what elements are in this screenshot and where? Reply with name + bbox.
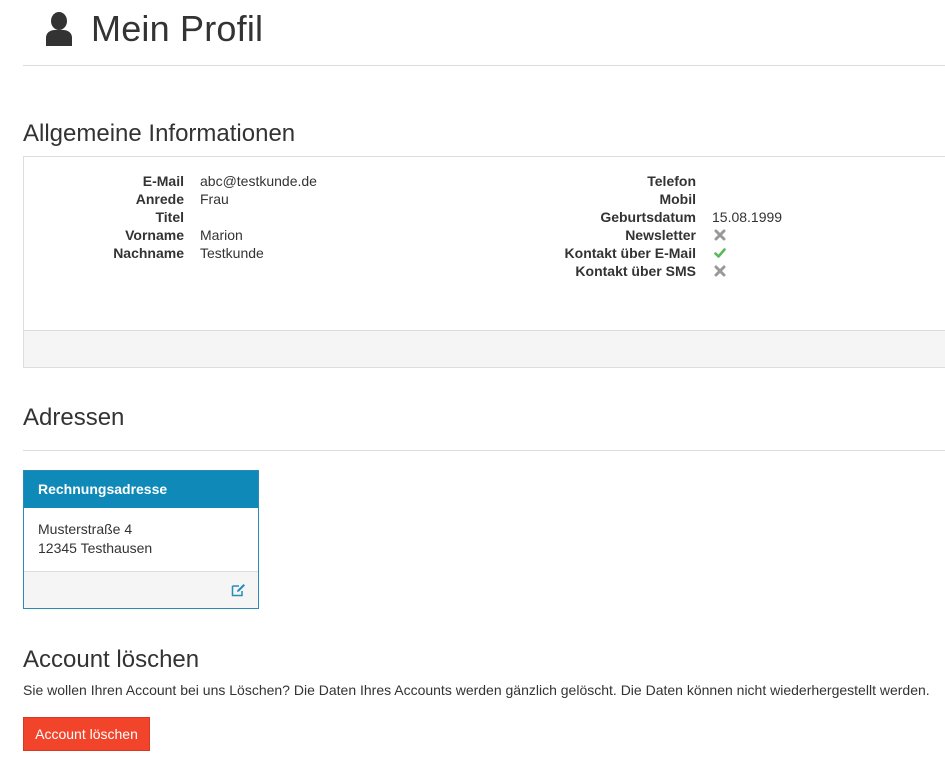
info-label: Telefon — [647, 173, 696, 189]
info-label: E-Mail — [142, 173, 184, 189]
info-row-geburtsdatum: Geburtsdatum — [496, 208, 696, 226]
info-label: Titel — [155, 209, 184, 225]
address-line-city: 12345 Testhausen — [38, 540, 153, 556]
address-card-heading: Rechnungsadresse — [24, 471, 258, 508]
general-info-title: Allgemeine Informationen — [23, 120, 296, 147]
cross-icon — [714, 265, 726, 277]
info-label: Geburtsdatum — [600, 209, 696, 225]
delete-account-text: Sie wollen Ihren Account bei uns Löschen… — [23, 682, 930, 698]
info-label: Nachname — [113, 245, 184, 261]
info-row-nachname: Nachname — [24, 244, 184, 262]
info-row-mobil: Mobil — [496, 190, 696, 208]
address-line-street: Musterstraße 4 — [38, 521, 133, 537]
info-row-kontakt-email: Kontakt über E-Mail — [496, 244, 696, 262]
info-value-nachname: Testkunde — [200, 245, 264, 261]
general-info-panel: E-Mail abc@testkunde.de Anrede Frau Tite… — [23, 156, 945, 368]
page-header: Mein Profil — [23, 0, 945, 66]
info-value-anrede: Frau — [200, 191, 229, 207]
address-card-footer — [24, 571, 258, 608]
info-row-newsletter: Newsletter — [496, 226, 696, 244]
info-row-email: E-Mail — [24, 172, 184, 190]
info-label: Mobil — [659, 191, 696, 207]
edit-icon[interactable] — [231, 583, 246, 597]
delete-account-button[interactable]: Account löschen — [23, 717, 150, 751]
address-card-body: Musterstraße 4 12345 Testhausen — [24, 508, 258, 572]
info-label: Kontakt über SMS — [575, 263, 696, 279]
addresses-title: Adressen — [23, 404, 125, 431]
info-label: Vorname — [125, 227, 184, 243]
check-icon — [714, 248, 726, 258]
info-row-anrede: Anrede — [24, 190, 184, 208]
delete-account-title: Account löschen — [23, 646, 200, 673]
info-row-telefon: Telefon — [496, 172, 696, 190]
general-info-footer — [24, 330, 945, 367]
info-row-kontakt-sms: Kontakt über SMS — [496, 262, 696, 280]
page-title: Mein Profil — [91, 8, 264, 49]
info-value-geburtsdatum: 15.08.1999 — [712, 209, 783, 225]
info-label: Newsletter — [625, 227, 696, 243]
info-value-vorname: Marion — [200, 227, 243, 243]
info-row-vorname: Vorname — [24, 226, 184, 244]
info-label: Anrede — [135, 191, 184, 207]
info-row-titel: Titel — [24, 208, 184, 226]
address-card-billing: Rechnungsadresse Musterstraße 4 12345 Te… — [23, 470, 259, 609]
user-icon — [46, 12, 72, 46]
info-label: Kontakt über E-Mail — [564, 245, 696, 261]
addresses-divider — [23, 450, 945, 451]
info-value-email: abc@testkunde.de — [200, 173, 317, 189]
cross-icon — [714, 229, 726, 241]
